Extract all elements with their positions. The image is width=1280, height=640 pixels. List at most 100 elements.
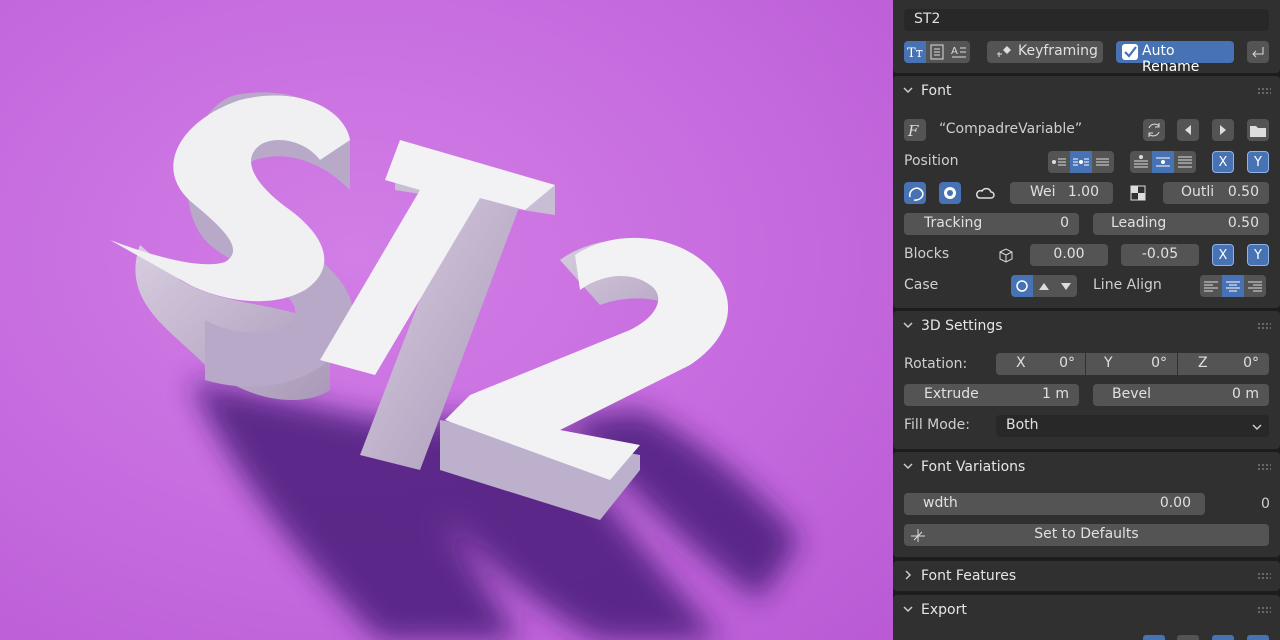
tracking-field[interactable]: Tracking 0 <box>904 213 1079 235</box>
blocks-label: Blocks <box>904 246 950 262</box>
blocks-x-toggle[interactable]: X <box>1212 244 1234 266</box>
extrude-label: Extrude <box>924 386 979 402</box>
wdth-slider[interactable]: wdth 0.00 <box>904 493 1205 515</box>
blocks-y-value: -0.05 <box>1141 246 1179 262</box>
export-header[interactable]: Export <box>893 595 1280 625</box>
text-mode-icon[interactable]: Tт <box>904 41 926 63</box>
font-variations-header[interactable]: Font Variations <box>893 452 1280 482</box>
font-icon: F <box>904 119 926 141</box>
rotation-y-label: Y <box>1104 355 1113 371</box>
font-section-header[interactable]: Font <box>893 76 1280 106</box>
align-right-icon[interactable] <box>1092 151 1114 173</box>
line-align-toggle <box>1200 275 1266 297</box>
3d-settings-title: 3D Settings <box>921 318 1003 334</box>
line-align-left-icon[interactable] <box>1200 275 1222 297</box>
set-to-defaults-label: Set to Defaults <box>1034 526 1139 542</box>
outline-label: Outli <box>1181 184 1215 200</box>
weight-field[interactable]: Wei 1.00 <box>1010 182 1113 204</box>
font-features-section[interactable]: Font Features <box>893 561 1280 591</box>
rotation-x-value: 0° <box>1059 355 1075 371</box>
case-lower-icon[interactable] <box>1055 275 1077 297</box>
leading-value: 0.50 <box>1227 215 1259 231</box>
checkbox-icon <box>1122 44 1138 60</box>
position-x-toggle[interactable]: X <box>1212 151 1234 173</box>
font-features-title: Font Features <box>921 568 1017 584</box>
rotation-x-label: X <box>1016 355 1026 371</box>
cube-icon <box>995 244 1017 266</box>
outline-field[interactable]: Outli 0.50 <box>1163 182 1269 204</box>
export-button-partial[interactable] <box>1212 635 1234 640</box>
rotation-label: Rotation: <box>904 356 968 372</box>
fill-mode-label: Fill Mode: <box>904 417 971 433</box>
align-top-icon[interactable] <box>1130 151 1152 173</box>
checker-icon[interactable] <box>1127 182 1149 204</box>
fill-icon[interactable] <box>904 182 926 204</box>
case-label: Case <box>904 277 939 293</box>
position-y-toggle[interactable]: Y <box>1247 151 1269 173</box>
drag-grip-icon[interactable] <box>1257 463 1271 471</box>
blocks-y-toggle[interactable]: Y <box>1247 244 1269 266</box>
extrude-field[interactable]: Extrude 1 m <box>904 384 1079 406</box>
export-title: Export <box>921 602 967 618</box>
keyframing-button[interactable]: Keyframing <box>987 41 1103 63</box>
align-bottom-icon[interactable] <box>1174 151 1196 173</box>
auto-rename-toggle[interactable]: Auto Rename <box>1116 41 1234 75</box>
line-align-right-icon[interactable] <box>1244 275 1266 297</box>
return-icon[interactable] <box>1247 41 1269 63</box>
object-name-text: ST2 <box>914 11 941 27</box>
drag-grip-icon[interactable] <box>1257 572 1271 580</box>
bevel-field[interactable]: Bevel 0 m <box>1093 384 1269 406</box>
align-center-icon[interactable] <box>1070 151 1092 173</box>
export-button-partial[interactable] <box>1247 635 1269 640</box>
object-name-field[interactable]: ST2 <box>904 9 1269 31</box>
next-font-icon[interactable] <box>1212 119 1234 141</box>
position-align-h <box>1048 151 1114 173</box>
font-variations-title: Font Variations <box>921 459 1026 475</box>
rotation-x-field[interactable]: X 0° <box>996 353 1085 375</box>
rotation-y-value: 0° <box>1151 355 1167 371</box>
export-button-partial[interactable] <box>1177 635 1199 640</box>
document-icon[interactable] <box>926 41 948 63</box>
blocks-x-value: 0.00 <box>1053 246 1085 262</box>
cloud-icon[interactable] <box>974 182 996 204</box>
text-block-icon[interactable]: A <box>948 41 970 63</box>
align-middle-icon[interactable] <box>1152 151 1174 173</box>
drag-grip-icon[interactable] <box>1257 87 1271 95</box>
3d-viewport[interactable] <box>0 0 893 640</box>
position-label: Position <box>904 153 959 169</box>
weight-value: 1.00 <box>1067 184 1099 200</box>
folder-icon[interactable] <box>1247 119 1269 141</box>
outline-value: 0.50 <box>1227 184 1259 200</box>
drag-grip-icon[interactable] <box>1257 322 1271 330</box>
case-normal-icon[interactable] <box>1011 275 1033 297</box>
bevel-value: 0 m <box>1232 386 1259 402</box>
leading-field[interactable]: Leading 0.50 <box>1093 213 1269 235</box>
font-name: “CompadreVariable” <box>939 121 1083 137</box>
align-left-icon[interactable] <box>1048 151 1070 173</box>
extrude-value: 1 m <box>1042 386 1069 402</box>
3d-settings-header[interactable]: 3D Settings <box>893 311 1280 341</box>
export-button-partial[interactable] <box>1143 635 1165 640</box>
outline-fill-icon[interactable] <box>939 182 961 204</box>
line-align-center-icon[interactable] <box>1222 275 1244 297</box>
chevron-down-icon <box>903 463 913 470</box>
rotation-z-field[interactable]: Z 0° <box>1178 353 1269 375</box>
svg-text:Tт: Tт <box>907 46 923 61</box>
drag-grip-icon[interactable] <box>1257 606 1271 614</box>
case-toggle <box>1011 275 1077 297</box>
rotation-z-label: Z <box>1198 355 1208 371</box>
rotation-y-field[interactable]: Y 0° <box>1086 353 1177 375</box>
fill-mode-dropdown[interactable]: Both <box>996 415 1269 437</box>
previous-font-icon[interactable] <box>1177 119 1199 141</box>
font-section: Font F “CompadreVariable” Position X Y W… <box>893 76 1280 308</box>
case-upper-icon[interactable] <box>1033 275 1055 297</box>
reload-icon[interactable] <box>1143 119 1165 141</box>
chevron-down-icon <box>1252 424 1262 431</box>
blocks-x-field[interactable]: 0.00 <box>1030 244 1108 266</box>
text-mode-toggle: Tт A <box>904 41 970 63</box>
svg-text:A: A <box>951 46 958 57</box>
text-render <box>110 92 800 640</box>
set-to-defaults-button[interactable]: Set to Defaults <box>904 524 1269 546</box>
header-section: ST2 Tт A Keyframing Auto Rename <box>893 0 1280 75</box>
blocks-y-field[interactable]: -0.05 <box>1121 244 1199 266</box>
